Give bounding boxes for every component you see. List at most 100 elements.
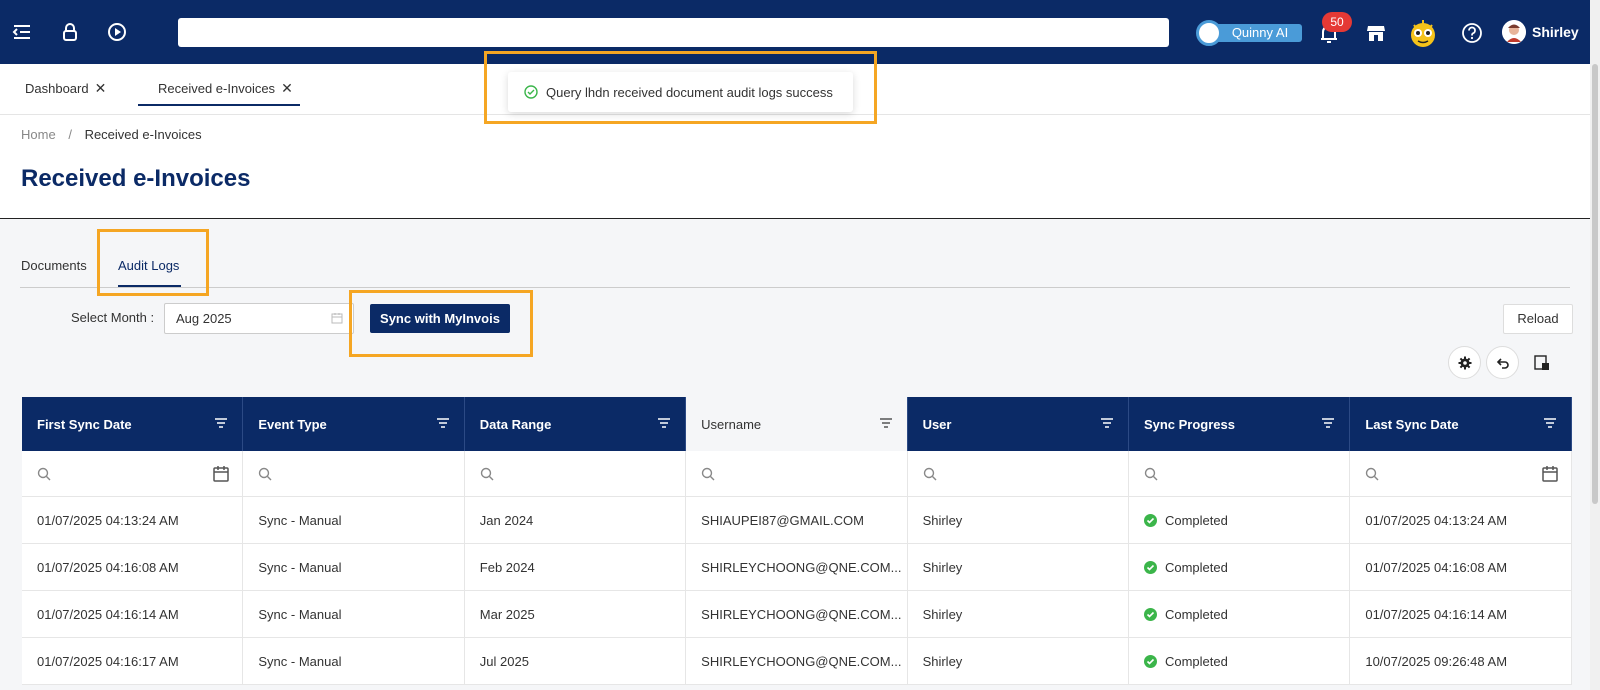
help-icon[interactable] — [1461, 22, 1483, 44]
table-cell: Shirley — [908, 544, 1129, 590]
filter-menu-icon[interactable] — [657, 417, 671, 429]
audit-logs-table: First Sync Date Event Type Data Range Us… — [22, 397, 1572, 685]
table-cell: SHIRLEYCHOONG@QNE.COM... — [686, 544, 908, 590]
search-icon — [37, 467, 51, 480]
column-header-event-type[interactable]: Event Type — [243, 397, 465, 451]
filter-menu-icon[interactable] — [879, 417, 893, 429]
status-cell: Completed — [1129, 544, 1351, 590]
table-header-row: First Sync Date Event Type Data Range Us… — [22, 397, 1572, 451]
column-filter-input[interactable] — [908, 451, 1129, 496]
column-filter-input[interactable] — [22, 451, 244, 496]
table-cell: 01/07/2025 04:16:08 AM — [1350, 544, 1572, 590]
table-cell: Sync - Manual — [243, 497, 465, 543]
export-icon[interactable] — [1533, 354, 1551, 372]
breadcrumb-current: Received e-Invoices — [84, 127, 202, 142]
close-icon[interactable]: ✕ — [281, 80, 293, 96]
month-value: Aug 2025 — [176, 311, 232, 326]
calendar-icon[interactable] — [212, 465, 230, 483]
store-icon[interactable] — [1365, 22, 1387, 44]
mascot-icon[interactable] — [1406, 16, 1440, 50]
breadcrumb-separator: / — [68, 127, 72, 142]
table-cell: Sync - Manual — [243, 638, 465, 684]
column-label: First Sync Date — [37, 416, 132, 432]
highlight-box — [349, 290, 533, 357]
table-row[interactable]: 01/07/2025 04:16:08 AM Sync - Manual Feb… — [22, 544, 1572, 591]
search-icon — [1366, 467, 1379, 480]
status-text: Completed — [1164, 559, 1228, 575]
table-cell: SHIAUPEI87@GMAIL.COM — [686, 497, 908, 543]
tab-label: Dashboard — [25, 81, 89, 96]
column-header-user[interactable]: User — [908, 397, 1129, 451]
search-icon — [1144, 467, 1158, 480]
check-icon — [1143, 654, 1157, 668]
column-label: Username — [701, 416, 762, 432]
table-cell: 01/07/2025 04:16:08 AM — [22, 544, 244, 590]
avatar[interactable] — [1502, 20, 1526, 44]
table-cell: Mar 2025 — [465, 591, 687, 637]
column-header-last-sync-date[interactable]: Last Sync Date — [1350, 397, 1572, 451]
table-cell: Shirley — [908, 638, 1129, 684]
active-tab-indicator — [138, 104, 300, 106]
calendar-icon[interactable] — [1541, 465, 1559, 483]
column-filter-input[interactable] — [686, 451, 908, 496]
settings-button[interactable] — [1448, 346, 1481, 379]
search-icon — [701, 467, 715, 480]
status-cell: Completed — [1129, 638, 1351, 684]
close-icon[interactable]: ✕ — [95, 80, 107, 96]
check-icon — [1143, 607, 1157, 621]
status-text: Completed — [1164, 606, 1228, 622]
highlight-box — [484, 51, 877, 124]
table-cell: Shirley — [908, 591, 1129, 637]
user-name[interactable]: Shirley — [1532, 24, 1579, 40]
table-cell: 01/07/2025 04:16:14 AM — [22, 591, 244, 637]
table-cell: 01/07/2025 04:13:24 AM — [1350, 497, 1572, 543]
table-row[interactable]: 01/07/2025 04:16:14 AM Sync - Manual Mar… — [22, 591, 1572, 638]
undo-icon — [1496, 357, 1509, 369]
menu-collapse-icon[interactable] — [10, 20, 34, 44]
column-header-username[interactable]: Username — [686, 397, 908, 451]
lock-icon[interactable] — [58, 20, 82, 44]
filter-menu-icon[interactable] — [1543, 417, 1557, 429]
chat-bubble-icon — [1196, 20, 1222, 46]
column-header-data-range[interactable]: Data Range — [465, 397, 687, 451]
table-cell: Feb 2024 — [465, 544, 687, 590]
tab-received-e-invoices[interactable]: Received e-Invoices ✕ — [158, 80, 293, 97]
table-cell: Sync - Manual — [243, 544, 465, 590]
column-filter-input[interactable] — [465, 451, 687, 496]
scrollbar-thumb[interactable] — [1592, 64, 1598, 504]
tab-documents[interactable]: Documents — [21, 258, 87, 273]
table-cell: 10/07/2025 09:26:48 AM — [1350, 638, 1572, 684]
filter-menu-icon[interactable] — [436, 417, 450, 429]
column-label: Data Range — [479, 416, 552, 432]
filter-menu-icon[interactable] — [214, 417, 228, 429]
gear-icon — [1458, 356, 1471, 369]
quinny-ai-button[interactable]: Quinny AI — [1196, 20, 1303, 46]
global-search-input[interactable] — [178, 18, 1169, 47]
month-picker-input[interactable]: Aug 2025 — [164, 303, 354, 334]
table-cell: Jul 2025 — [465, 638, 687, 684]
check-icon — [1143, 560, 1157, 574]
play-circle-icon[interactable] — [105, 20, 129, 44]
highlight-box — [97, 229, 209, 296]
column-filter-input[interactable] — [1129, 451, 1351, 496]
table-row[interactable]: 01/07/2025 04:13:24 AM Sync - Manual Jan… — [22, 497, 1572, 544]
filter-menu-icon[interactable] — [1100, 417, 1114, 429]
column-filter-input[interactable] — [243, 451, 465, 496]
tab-dashboard[interactable]: Dashboard ✕ — [25, 80, 106, 97]
column-header-sync-progress[interactable]: Sync Progress — [1129, 397, 1351, 451]
table-filter-row — [22, 451, 1572, 497]
table-cell: 01/07/2025 04:16:17 AM — [22, 638, 244, 684]
table-row[interactable]: 01/07/2025 04:16:17 AM Sync - Manual Jul… — [22, 638, 1572, 685]
reset-button[interactable] — [1486, 346, 1519, 379]
reload-button[interactable]: Reload — [1503, 304, 1573, 334]
divider — [20, 287, 1570, 288]
search-icon — [480, 467, 494, 480]
status-text: Completed — [1164, 653, 1228, 669]
column-header-first-sync-date[interactable]: First Sync Date — [22, 397, 244, 451]
search-icon — [259, 467, 272, 480]
filter-menu-icon[interactable] — [1321, 417, 1335, 429]
calendar-icon[interactable] — [331, 312, 343, 324]
column-filter-input[interactable] — [1350, 451, 1572, 496]
breadcrumb-home[interactable]: Home — [21, 127, 56, 142]
table-cell: 01/07/2025 04:16:14 AM — [1350, 591, 1572, 637]
